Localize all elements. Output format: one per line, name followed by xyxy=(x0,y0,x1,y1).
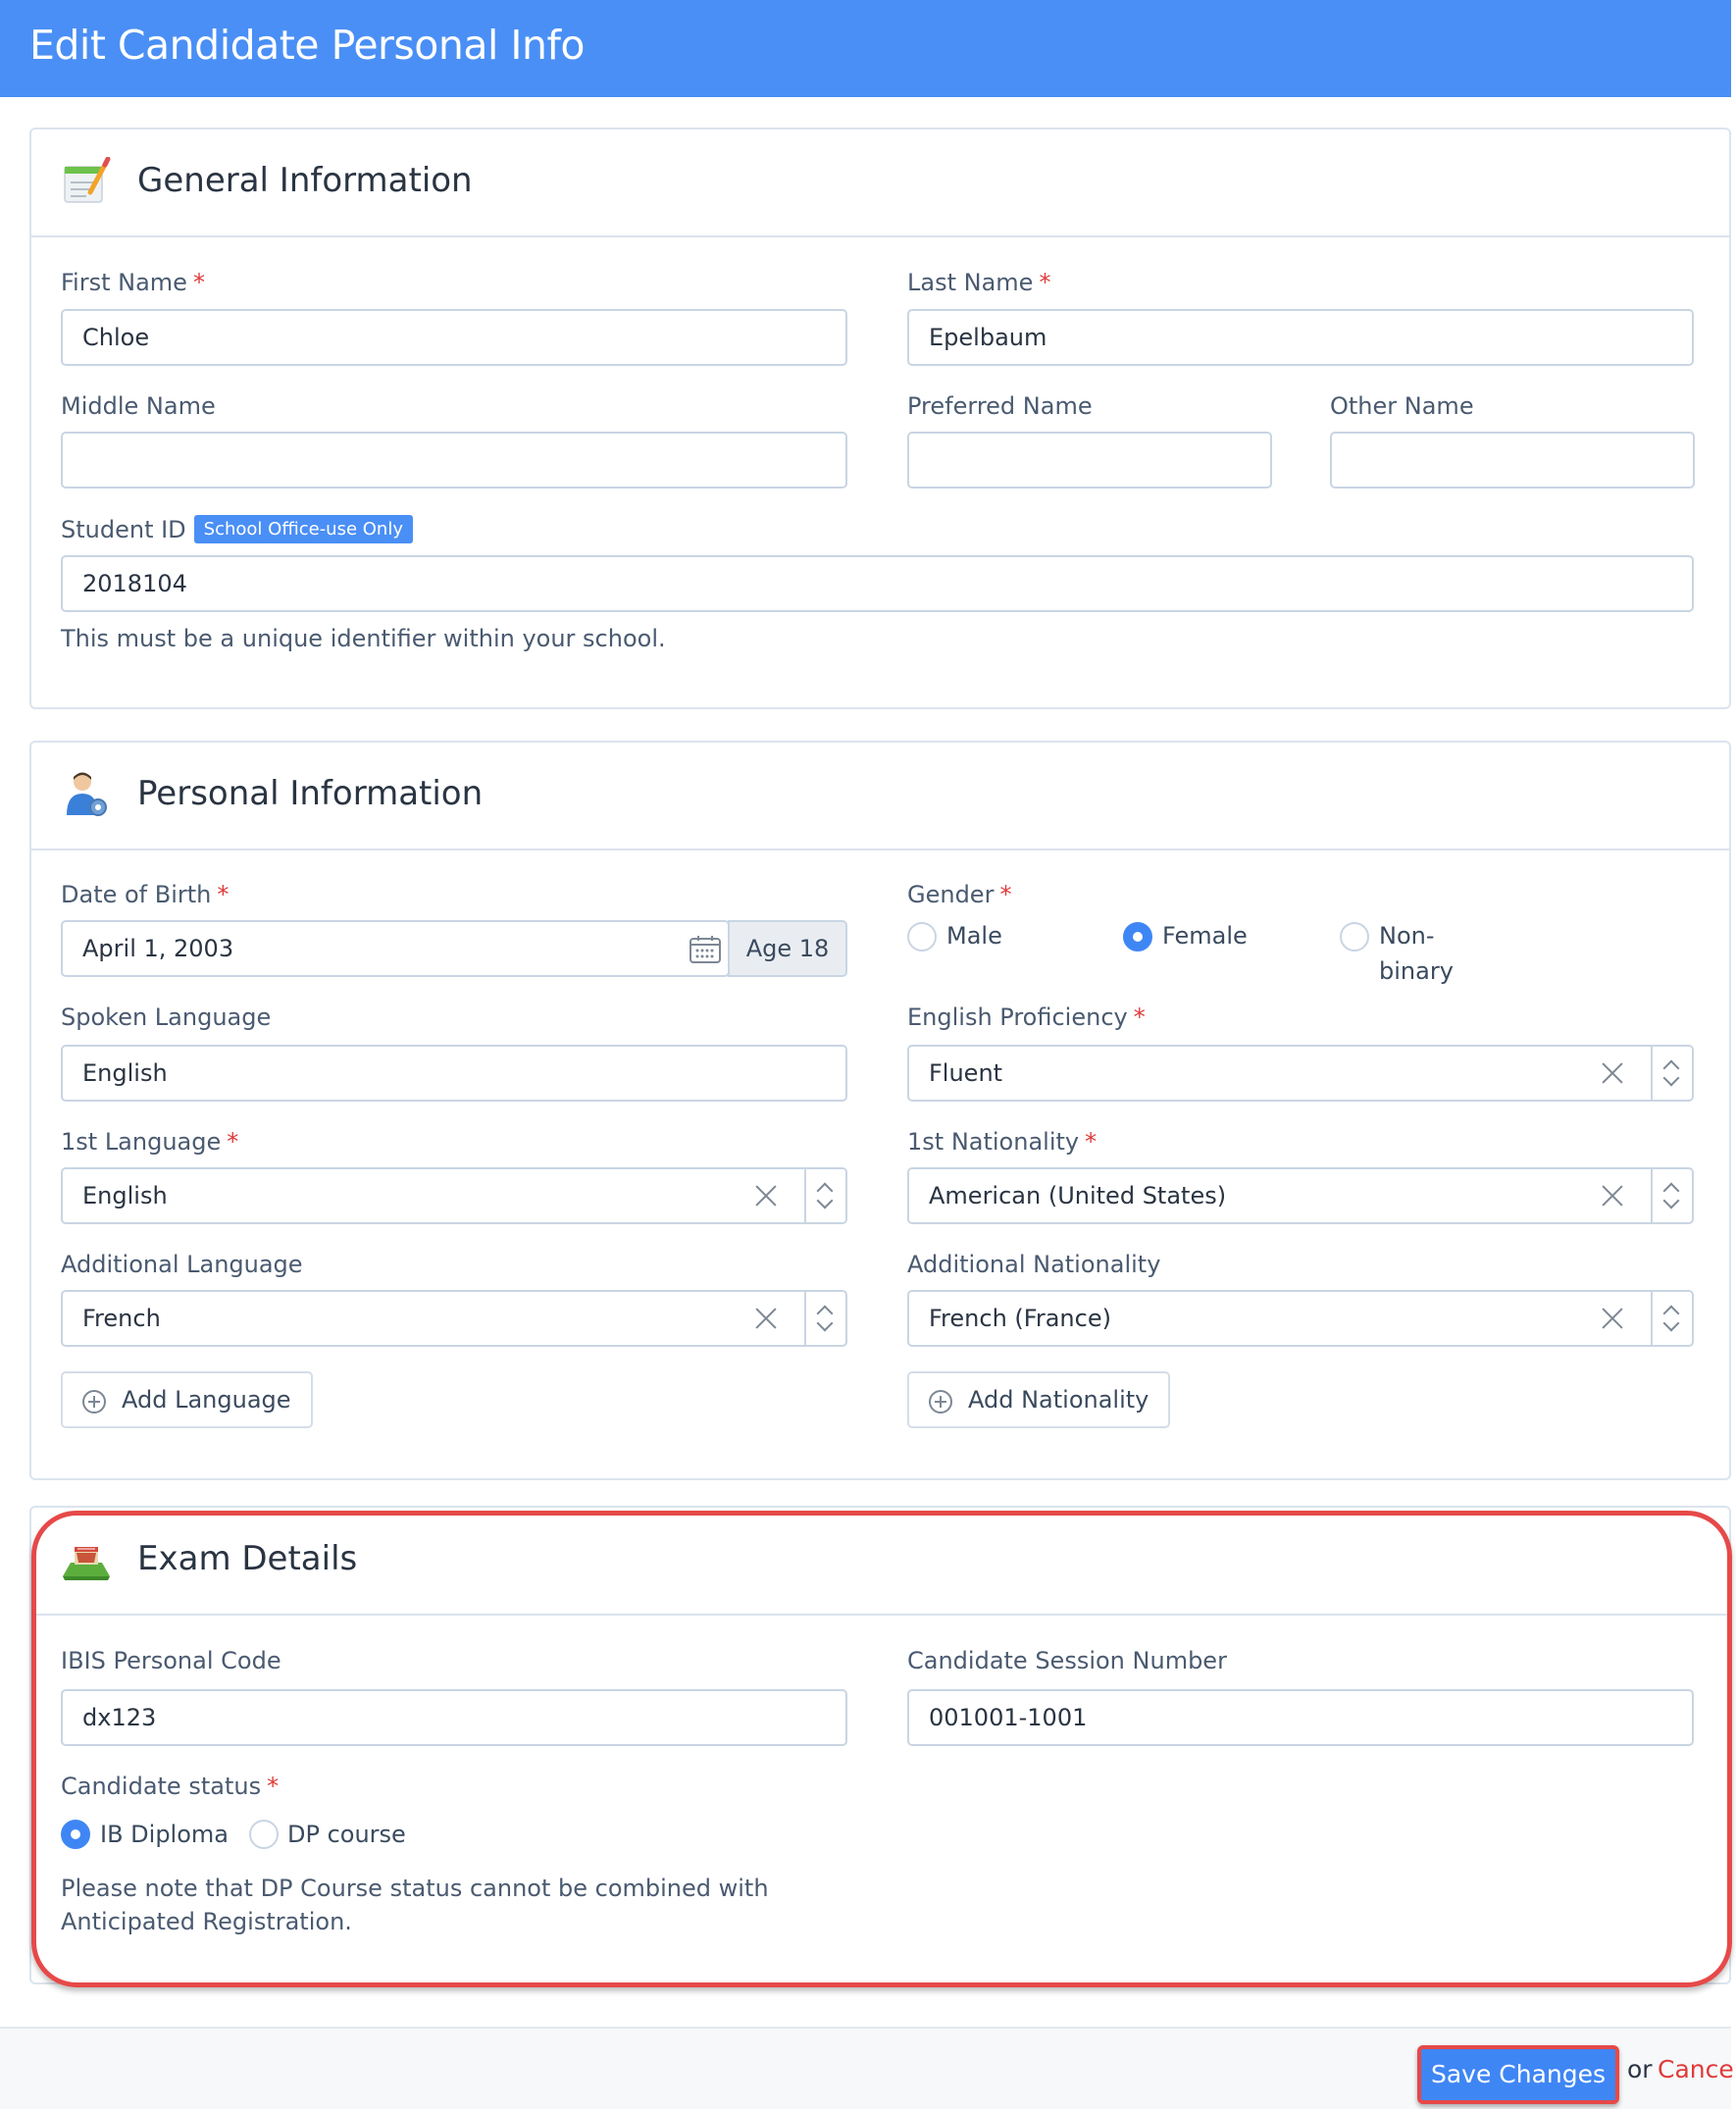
first-nationality-label: 1st Nationality * xyxy=(907,1128,1098,1156)
add-language-button[interactable]: Add Language xyxy=(61,1371,313,1428)
required-marker: * xyxy=(1133,1003,1146,1031)
english-proficiency-label: English Proficiency * xyxy=(907,1003,1146,1031)
student-id-hint: This must be a unique identifier within … xyxy=(61,625,666,652)
note-line-2: Anticipated Registration. xyxy=(61,1908,352,1935)
spoken-language-label: Spoken Language xyxy=(61,1003,272,1031)
page-header: Edit Candidate Personal Info xyxy=(0,0,1731,97)
page-title: Edit Candidate Personal Info xyxy=(29,22,586,69)
session-number-input[interactable]: 001001-1001 xyxy=(907,1689,1694,1746)
dob-input[interactable]: April 1, 2003 xyxy=(61,920,730,977)
personal-information-panel: Personal Information xyxy=(29,741,1731,1480)
office-use-badge: School Office-use Only xyxy=(193,515,413,543)
gender-female-radio[interactable] xyxy=(1123,922,1152,952)
plus-circle-icon xyxy=(929,1390,952,1414)
status-dp-course-radio[interactable] xyxy=(249,1820,279,1849)
status-dp-course-label[interactable]: DP course xyxy=(287,1817,406,1852)
other-name-label: Other Name xyxy=(1330,392,1474,420)
english-proficiency-value: Fluent xyxy=(929,1059,1003,1087)
middle-name-label: Middle Name xyxy=(61,392,216,420)
additional-nationality-value: French (France) xyxy=(929,1305,1111,1332)
notepad-pencil-icon xyxy=(61,156,112,206)
clear-icon[interactable] xyxy=(754,1307,778,1330)
last-name-input[interactable]: Epelbaum xyxy=(907,309,1694,366)
save-changes-button[interactable]: Save Changes xyxy=(1417,2045,1619,2104)
required-marker: * xyxy=(1085,1128,1098,1156)
additional-nationality-select[interactable]: French (France) xyxy=(907,1290,1694,1347)
session-number-label: Candidate Session Number xyxy=(907,1647,1227,1674)
gender-nonbinary-line2: binary xyxy=(1379,957,1454,985)
exam-stage-icon xyxy=(61,1535,112,1584)
required-marker: * xyxy=(267,1773,280,1800)
first-nationality-value: American (United States) xyxy=(929,1182,1227,1209)
note-line-1: Please note that DP Course status cannot… xyxy=(61,1875,769,1902)
other-name-input[interactable] xyxy=(1330,432,1695,489)
preferred-name-label: Preferred Name xyxy=(907,392,1093,420)
middle-name-input[interactable] xyxy=(61,432,847,489)
panel-header: General Information xyxy=(31,129,1729,237)
first-language-label: 1st Language * xyxy=(61,1128,239,1156)
add-nationality-label: Add Nationality xyxy=(968,1386,1149,1414)
clear-icon[interactable] xyxy=(1601,1307,1624,1330)
english-proficiency-select[interactable]: Fluent xyxy=(907,1045,1694,1102)
dob-label: Date of Birth * xyxy=(61,881,230,908)
required-marker: * xyxy=(192,269,205,296)
or-text: or xyxy=(1627,2055,1653,2083)
first-nationality-select[interactable]: American (United States) xyxy=(907,1167,1694,1224)
required-marker: * xyxy=(1039,269,1051,296)
first-name-input[interactable]: Chloe xyxy=(61,309,847,366)
status-ib-diploma-radio[interactable] xyxy=(61,1820,90,1849)
personal-information-title: Personal Information xyxy=(137,774,484,813)
spinner-icon[interactable] xyxy=(804,1169,845,1222)
gender-male-radio[interactable] xyxy=(907,922,937,952)
spinner-icon[interactable] xyxy=(1651,1169,1692,1222)
additional-language-select[interactable]: French xyxy=(61,1290,847,1347)
add-language-label: Add Language xyxy=(122,1386,291,1414)
first-language-select[interactable]: English xyxy=(61,1167,847,1224)
plus-circle-icon xyxy=(82,1390,106,1414)
last-name-label: Last Name * xyxy=(907,269,1051,296)
clear-icon[interactable] xyxy=(754,1184,778,1208)
first-name-label: First Name * xyxy=(61,269,205,296)
clear-icon[interactable] xyxy=(1601,1061,1624,1085)
clear-icon[interactable] xyxy=(1601,1184,1624,1208)
spoken-language-input[interactable]: English xyxy=(61,1045,847,1102)
spinner-icon[interactable] xyxy=(1651,1292,1692,1345)
gender-male-label[interactable]: Male xyxy=(946,918,1002,953)
spinner-icon[interactable] xyxy=(804,1292,845,1345)
general-information-title: General Information xyxy=(137,161,473,200)
additional-nationality-label: Additional Nationality xyxy=(907,1251,1161,1278)
panel-header: Exam Details xyxy=(31,1508,1729,1616)
required-marker: * xyxy=(217,881,230,908)
student-id-label: Student ID School Office-use Only xyxy=(61,515,413,543)
calendar-icon[interactable] xyxy=(689,936,721,963)
additional-language-label: Additional Language xyxy=(61,1251,303,1278)
ibis-code-input[interactable]: dx123 xyxy=(61,1689,847,1746)
candidate-status-label: Candidate status * xyxy=(61,1773,280,1800)
gender-label: Gender * xyxy=(907,881,1012,908)
spinner-icon[interactable] xyxy=(1651,1047,1692,1100)
user-gear-icon xyxy=(61,770,112,819)
additional-language-value: French xyxy=(82,1305,161,1332)
preferred-name-input[interactable] xyxy=(907,432,1272,489)
student-id-input[interactable]: 2018104 xyxy=(61,555,1694,612)
age-addon: Age 18 xyxy=(728,920,847,977)
panel-header: Personal Information xyxy=(31,743,1729,850)
gender-nonbinary-line1: Non- xyxy=(1379,922,1435,950)
status-ib-diploma-label[interactable]: IB Diploma xyxy=(100,1817,229,1852)
candidate-status-note: Please note that DP Course status cannot… xyxy=(61,1872,769,1938)
exam-details-title: Exam Details xyxy=(137,1539,358,1578)
required-marker: * xyxy=(227,1128,239,1156)
cancel-link[interactable]: Cancel xyxy=(1658,2055,1736,2083)
first-language-value: English xyxy=(82,1182,168,1209)
gender-nonbinary-label[interactable]: Non-binary xyxy=(1379,918,1454,989)
ibis-code-label: IBIS Personal Code xyxy=(61,1647,281,1674)
required-marker: * xyxy=(999,881,1012,908)
gender-female-label[interactable]: Female xyxy=(1162,918,1248,953)
add-nationality-button[interactable]: Add Nationality xyxy=(907,1371,1171,1428)
gender-nonbinary-radio[interactable] xyxy=(1340,922,1369,952)
